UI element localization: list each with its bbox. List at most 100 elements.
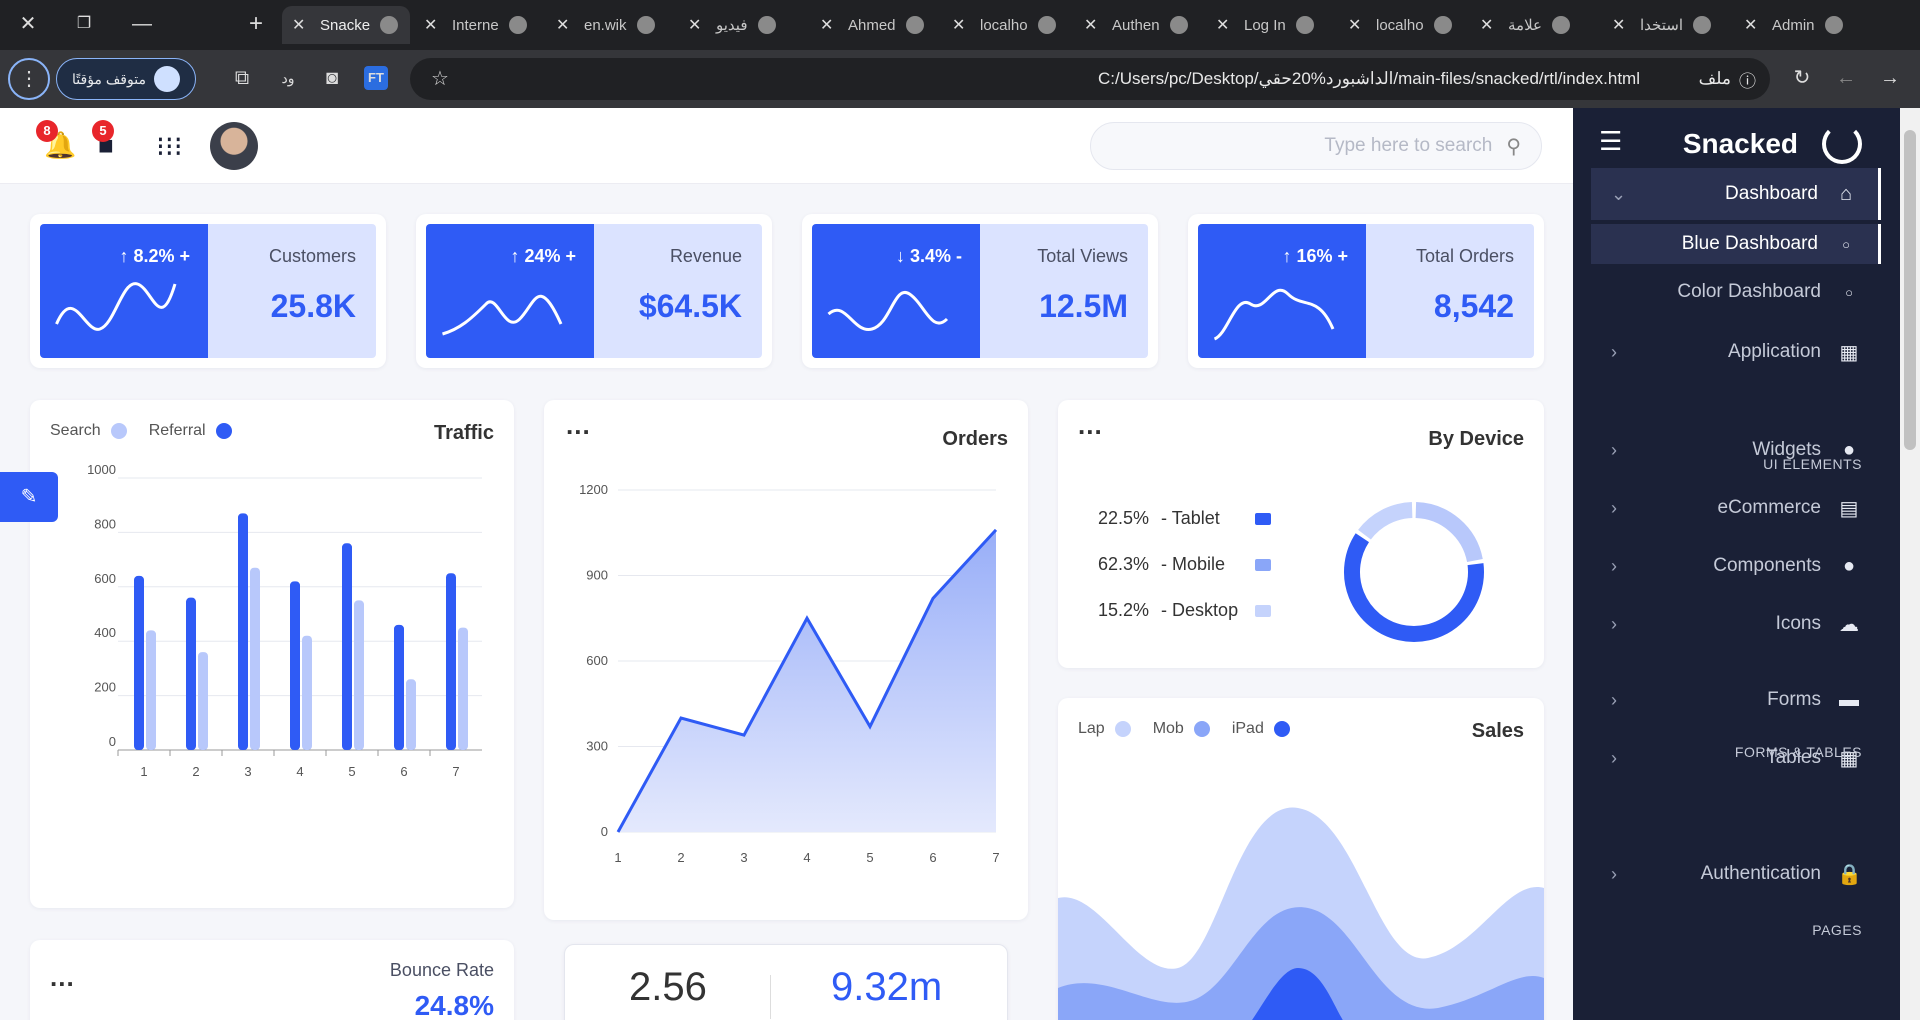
- tab-close-icon[interactable]: ✕: [1744, 15, 1760, 35]
- info-icon: ⓘ: [1739, 71, 1756, 91]
- device-menu-icon[interactable]: ...: [1078, 410, 1103, 441]
- browser-tab[interactable]: ✕ Log In: [1206, 6, 1334, 44]
- theme-settings-icon[interactable]: ✎: [0, 472, 58, 522]
- browser-tab[interactable]: ✕ localho: [942, 6, 1070, 44]
- search-placeholder: Type here to search: [1324, 135, 1493, 156]
- tab-label: Snacke: [320, 16, 371, 34]
- bookmark-star-icon[interactable]: ☆: [428, 67, 452, 91]
- x-tick-label: 1: [140, 764, 147, 779]
- brand-name: Snacked: [1682, 128, 1798, 159]
- sidebar-item-icons[interactable]: › Icons ☁: [1591, 598, 1881, 650]
- sidebar-item-forms[interactable]: › Forms ▬: [1591, 674, 1881, 726]
- bounce-menu-icon[interactable]: ...: [50, 962, 75, 993]
- browser-tab[interactable]: ✕ Authen: [1074, 6, 1202, 44]
- browser-tab[interactable]: ✕ Admin: [1734, 6, 1862, 44]
- grid-icon: ▦: [1839, 341, 1859, 364]
- url-field[interactable]: ☆ C:/Users/pc/Desktop/الداشبورد%20حقي/ma…: [410, 58, 1770, 100]
- menu-dots-icon[interactable]: ⋮: [8, 58, 50, 100]
- user-avatar[interactable]: [210, 122, 258, 170]
- tab-close-icon[interactable]: ✕: [556, 15, 572, 35]
- extension-ft-icon[interactable]: FT: [364, 66, 388, 90]
- close-window-icon[interactable]: ✕: [16, 12, 40, 36]
- sidebar-item-blue-dashboard[interactable]: Blue Dashboard ○: [1591, 224, 1881, 264]
- scrollbar-thumb[interactable]: [1904, 130, 1916, 450]
- bar-search: [458, 627, 468, 750]
- tab-close-icon[interactable]: ✕: [820, 15, 836, 35]
- profile-pill[interactable]: متوقف مؤقتًا: [56, 58, 196, 100]
- site-info-badge[interactable]: ملف ⓘ: [1699, 67, 1756, 92]
- browser-tab[interactable]: ✕ Ahmed: [810, 6, 938, 44]
- sidebar-item-application[interactable]: › Application ▦: [1591, 326, 1881, 378]
- y-tick-label: 0: [109, 734, 116, 749]
- browser-tab[interactable]: ✕ فيديو: [678, 6, 806, 44]
- tab-favicon-icon: [757, 16, 776, 34]
- reload-icon[interactable]: ↻: [1790, 66, 1814, 90]
- browser-tab[interactable]: ✕ localho: [1338, 6, 1466, 44]
- brand-logo-icon: [1822, 124, 1862, 164]
- tab-label: Admin: [1772, 16, 1815, 34]
- sidebar-item-ecommerce[interactable]: › eCommerce ▤: [1591, 482, 1881, 534]
- bar-search: [354, 600, 364, 750]
- sidebar-item-label: Color Dashboard: [1677, 281, 1821, 302]
- traffic-bar-chart: 0 200 400 600 800 1000 1 2 3 4 5 6 7: [87, 462, 482, 779]
- x-tick-label: 5: [866, 850, 873, 865]
- minimize-window-icon[interactable]: —: [130, 12, 154, 36]
- sidebar-item-label: Icons: [1775, 613, 1821, 634]
- forward-icon[interactable]: ←: [1834, 66, 1858, 90]
- sidebar-item-color-dashboard[interactable]: Color Dashboard ○: [1591, 272, 1881, 312]
- tab-favicon-icon: [1824, 16, 1843, 34]
- tab-favicon-icon: [380, 16, 399, 34]
- stat-trend-panel: ↑ 16% +: [1198, 224, 1366, 358]
- device-label: - Desktop: [1161, 600, 1239, 620]
- orders-menu-icon[interactable]: ...: [566, 410, 591, 441]
- home-icon: ⌂: [1839, 182, 1853, 205]
- device-label: - Mobile: [1161, 554, 1226, 574]
- stat-sparkline: [55, 282, 177, 331]
- browser-tab[interactable]: ✕ Interne: [414, 6, 542, 44]
- tab-close-icon[interactable]: ✕: [688, 15, 704, 35]
- tab-close-icon[interactable]: ✕: [1612, 15, 1628, 35]
- browser-tab[interactable]: ✕ استخدا: [1602, 6, 1730, 44]
- tab-close-icon[interactable]: ✕: [1216, 15, 1232, 35]
- tab-close-icon[interactable]: ✕: [1084, 15, 1100, 35]
- sidebar: ☰ Snacked ⌄ Dashboard ⌂ Blue Dashboard ○ Colo…: [1573, 108, 1900, 1020]
- back-icon[interactable]: →: [1878, 66, 1902, 90]
- lock-icon: 🔒: [1837, 863, 1862, 886]
- stat-label: Revenue: [669, 246, 742, 266]
- bar-search: [146, 630, 156, 750]
- browser-tab[interactable]: ✕ en.wik: [546, 6, 674, 44]
- extension-text[interactable]: ود: [276, 66, 300, 90]
- extensions-icon[interactable]: ⧉: [230, 66, 254, 90]
- hamburger-menu-icon[interactable]: ☰: [1599, 126, 1622, 157]
- new-tab-icon[interactable]: +: [244, 12, 268, 36]
- tab-close-icon[interactable]: ✕: [1348, 15, 1364, 35]
- browser-tab[interactable]: ✕ علامة: [1470, 6, 1598, 44]
- tab-close-icon[interactable]: ✕: [952, 15, 968, 35]
- bar-search: [406, 679, 416, 750]
- y-tick-label: 200: [94, 680, 116, 695]
- mobile-icon: [1255, 558, 1272, 571]
- sidebar-item-authentication[interactable]: › Authentication 🔒: [1591, 848, 1881, 900]
- stat-value: 12.5M: [1039, 288, 1128, 324]
- apps-grid-icon[interactable]: ⁝⁝⁝: [156, 130, 183, 163]
- tab-close-icon[interactable]: ✕: [424, 15, 440, 35]
- address-bar-row: ⋮ متوقف مؤقتًا ⧉ ود ◙ FT ☆ C:/Users/pc/D…: [0, 50, 1920, 108]
- x-tick-label: 7: [992, 850, 999, 865]
- sidebar-item-dashboard[interactable]: ⌄ Dashboard ⌂: [1591, 168, 1881, 220]
- stat-card: ↑ 24% + Revenue $64.5K: [416, 214, 772, 368]
- chevron-right-icon: ›: [1611, 689, 1617, 710]
- browser-tab[interactable]: ✕ Snacke: [282, 6, 410, 44]
- sidebar-item-components[interactable]: › Components ●: [1591, 540, 1881, 592]
- search-input[interactable]: Type here to search ⚲: [1090, 122, 1542, 170]
- tab-label: Ahmed: [848, 16, 896, 34]
- bounce-label: Bounce Rate: [389, 960, 494, 980]
- restore-window-icon[interactable]: ❐: [72, 12, 96, 36]
- camera-icon[interactable]: ◙: [320, 66, 344, 90]
- tab-close-icon[interactable]: ✕: [292, 15, 308, 35]
- tab-close-icon[interactable]: ✕: [1480, 15, 1496, 35]
- x-tick-label: 4: [803, 850, 810, 865]
- x-tick-label: 7: [452, 764, 459, 779]
- device-row: 15.2% - Desktop: [1098, 600, 1272, 621]
- page-scrollbar[interactable]: [1900, 108, 1920, 1020]
- stat-label: Total Orders: [1415, 246, 1514, 266]
